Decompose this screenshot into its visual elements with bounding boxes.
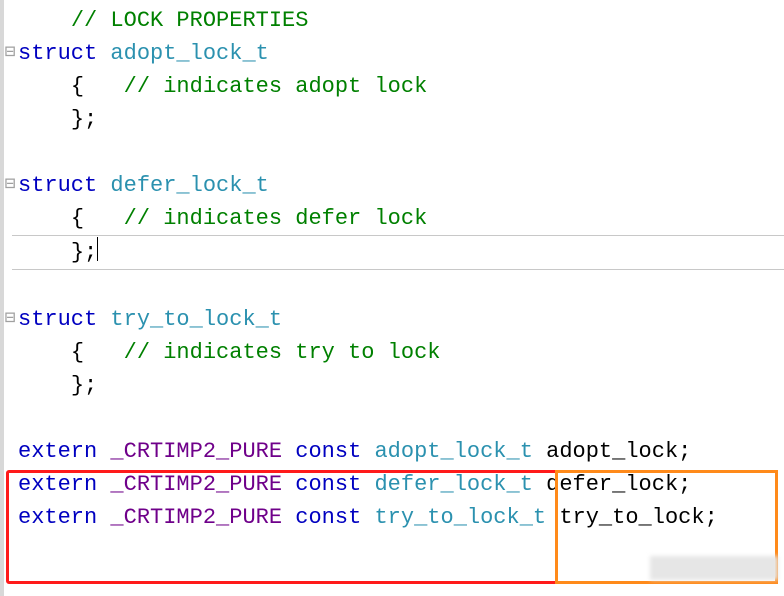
comment: // LOCK PROPERTIES (71, 8, 309, 33)
identifier: adopt_lock (546, 439, 678, 464)
type-name: try_to_lock_t (374, 505, 546, 530)
comment: // indicates try to lock (124, 340, 441, 365)
keyword: extern (18, 472, 97, 497)
code-line: ⊟struct adopt_lock_t (18, 37, 784, 70)
text-cursor (97, 237, 98, 261)
keyword: extern (18, 439, 97, 464)
brace: { (71, 206, 84, 231)
macro: _CRTIMP2_PURE (110, 472, 282, 497)
code-line: { // indicates try to lock (18, 336, 784, 369)
macro: _CRTIMP2_PURE (110, 439, 282, 464)
keyword: struct (18, 307, 97, 332)
keyword: extern (18, 505, 97, 530)
code-line: ⊟struct defer_lock_t (18, 169, 784, 202)
type-name: adopt_lock_t (374, 439, 532, 464)
keyword: const (295, 472, 361, 497)
fold-icon[interactable]: ⊟ (4, 169, 16, 202)
identifier: try_to_lock (559, 505, 704, 530)
semicolon: ; (705, 505, 718, 530)
type-name: try_to_lock_t (110, 307, 282, 332)
code-line: // LOCK PROPERTIES (18, 4, 784, 37)
redaction-blur (650, 556, 778, 580)
code-line: extern _CRTIMP2_PURE const defer_lock_t … (18, 468, 784, 501)
semicolon: ; (678, 472, 691, 497)
brace-close: }; (71, 107, 97, 132)
brace-close: }; (71, 240, 97, 265)
fold-icon[interactable]: ⊟ (4, 303, 16, 336)
code-line: ⊟struct try_to_lock_t (18, 303, 784, 336)
blank-line (18, 270, 784, 303)
brace-close: }; (71, 373, 97, 398)
keyword: struct (18, 41, 97, 66)
code-line: extern _CRTIMP2_PURE const try_to_lock_t… (18, 501, 784, 534)
identifier: defer_lock (546, 472, 678, 497)
comment: // indicates defer lock (124, 206, 428, 231)
blank-line (18, 136, 784, 169)
type-name: defer_lock_t (110, 173, 268, 198)
keyword: struct (18, 173, 97, 198)
code-line: extern _CRTIMP2_PURE const adopt_lock_t … (18, 435, 784, 468)
blank-line (18, 402, 784, 435)
code-line: { // indicates adopt lock (18, 70, 784, 103)
type-name: adopt_lock_t (110, 41, 268, 66)
code-line: { // indicates defer lock (18, 202, 784, 235)
semicolon: ; (678, 439, 691, 464)
keyword: const (295, 505, 361, 530)
type-name: defer_lock_t (374, 472, 532, 497)
brace: { (71, 74, 84, 99)
brace: { (71, 340, 84, 365)
comment: // indicates adopt lock (124, 74, 428, 99)
fold-icon[interactable]: ⊟ (4, 37, 16, 70)
code-line: }; (18, 369, 784, 402)
keyword: const (295, 439, 361, 464)
macro: _CRTIMP2_PURE (110, 505, 282, 530)
code-line: }; (18, 103, 784, 136)
code-editor[interactable]: // LOCK PROPERTIES ⊟struct adopt_lock_t … (0, 0, 784, 534)
cursor-line: }; (12, 235, 784, 270)
